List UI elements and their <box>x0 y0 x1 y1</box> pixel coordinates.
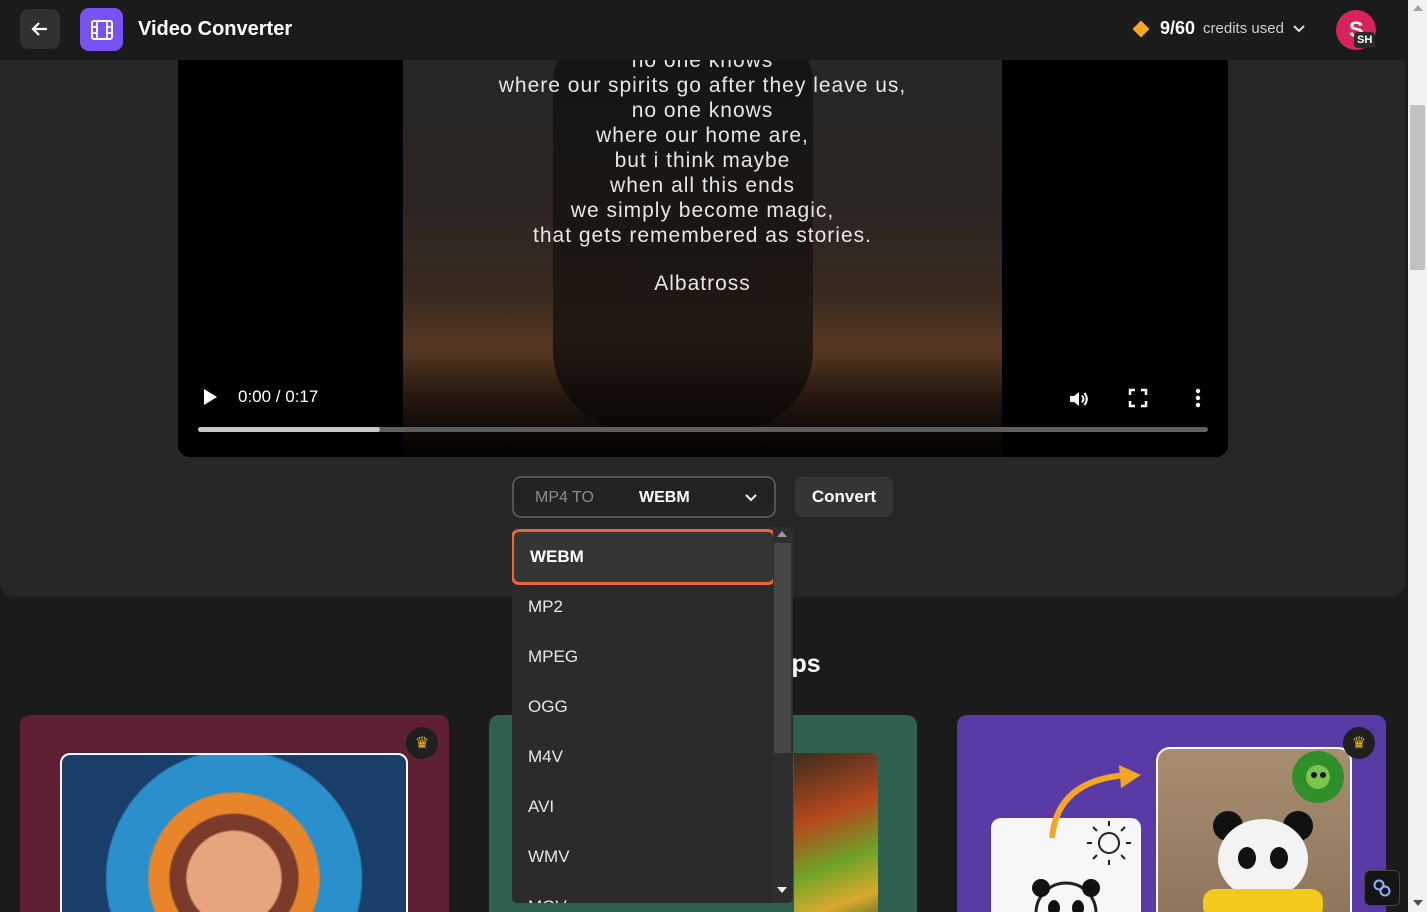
scroll-down-icon[interactable] <box>1413 900 1423 906</box>
format-option-ogg[interactable]: OGG <box>512 682 774 732</box>
avatar-initials-badge: SH <box>1354 32 1376 48</box>
user-avatar[interactable]: S SH <box>1336 10 1376 50</box>
video-progress-bar[interactable] <box>198 427 1208 432</box>
panda-face <box>1218 819 1308 899</box>
format-option-webm[interactable]: WEBM <box>512 529 776 585</box>
poem-line: but i think maybe <box>614 149 791 172</box>
back-button[interactable] <box>20 9 60 49</box>
format-option-mp2[interactable]: MP2 <box>512 582 774 632</box>
stained-glass-portrait-image <box>60 753 408 912</box>
poem-line: no one knows <box>631 99 774 122</box>
poem-author: Albatross <box>654 272 751 295</box>
app-header: Video Converter 9/60 credits used S SH <box>0 0 1408 60</box>
converter-panel: no one knows where our spirits go after … <box>0 0 1405 597</box>
play-icon[interactable] <box>200 386 220 408</box>
credits-label: credits used <box>1203 20 1284 37</box>
poem-line: where our home are, <box>596 124 809 147</box>
poem-line: we simply become magic, <box>570 199 835 222</box>
convert-button[interactable]: Convert <box>795 477 893 517</box>
format-select[interactable]: MP4 TO WEBM <box>512 476 776 518</box>
app-card[interactable]: ♛ <box>957 715 1386 912</box>
credits-count: 9/60 <box>1160 18 1196 38</box>
chevron-down-icon <box>1293 24 1305 32</box>
target-format-value: WEBM <box>639 489 690 506</box>
app-card[interactable]: ♛ <box>20 715 449 912</box>
format-dropdown-list[interactable]: WEBM MP2 MPEG OGG M4V AVI WMV MOV <box>512 527 793 903</box>
page-scroll-thumb[interactable] <box>1410 105 1425 270</box>
scroll-up-icon[interactable] <box>1413 5 1423 11</box>
panda-3d-image <box>1156 747 1352 912</box>
panda-scarf <box>1203 889 1323 912</box>
crown-icon: ♛ <box>1343 727 1375 759</box>
format-option-mov[interactable]: MOV <box>512 882 774 903</box>
format-option-m4v[interactable]: M4V <box>512 732 774 782</box>
chevron-down-icon <box>745 494 757 502</box>
scroll-down-icon[interactable] <box>777 887 787 893</box>
video-player[interactable]: no one knows where our spirits go after … <box>178 40 1228 457</box>
app-title: Video Converter <box>138 18 293 40</box>
credits-indicator[interactable]: 9/60 credits used <box>1132 18 1306 39</box>
credit-diamond-icon <box>1132 20 1150 37</box>
extension-button[interactable] <box>1364 870 1400 906</box>
source-format-label: MP4 TO <box>535 489 594 506</box>
dropdown-scroll-thumb[interactable] <box>774 543 791 753</box>
volume-icon[interactable] <box>1067 387 1091 411</box>
panda-eye <box>1270 847 1288 869</box>
green-flower-icon <box>1292 751 1344 803</box>
format-option-avi[interactable]: AVI <box>512 782 774 832</box>
fullscreen-icon[interactable] <box>1128 388 1148 408</box>
film-icon <box>90 19 113 40</box>
link-icon <box>1373 879 1391 897</box>
arrow-left-icon <box>31 22 47 36</box>
poem-line: where our spirits go after they leave us… <box>498 74 907 97</box>
poem-line: when all this ends <box>610 174 795 197</box>
transform-arrow-icon <box>1049 765 1141 839</box>
poem-line: that gets remembered as stories. <box>533 224 872 247</box>
crown-icon: ♛ <box>406 727 438 759</box>
video-progress-buffered <box>198 427 380 432</box>
scroll-up-icon[interactable] <box>777 531 787 537</box>
panda-eye <box>1238 847 1256 869</box>
app-logo <box>80 8 123 51</box>
format-option-mpeg[interactable]: MPEG <box>512 632 774 682</box>
more-options-icon[interactable] <box>1190 387 1206 409</box>
video-time: 0:00 / 0:17 <box>238 387 319 406</box>
poem-text: no one knows where our spirits go after … <box>403 48 1002 248</box>
parrot-image <box>794 753 878 912</box>
format-option-wmv[interactable]: WMV <box>512 832 774 882</box>
